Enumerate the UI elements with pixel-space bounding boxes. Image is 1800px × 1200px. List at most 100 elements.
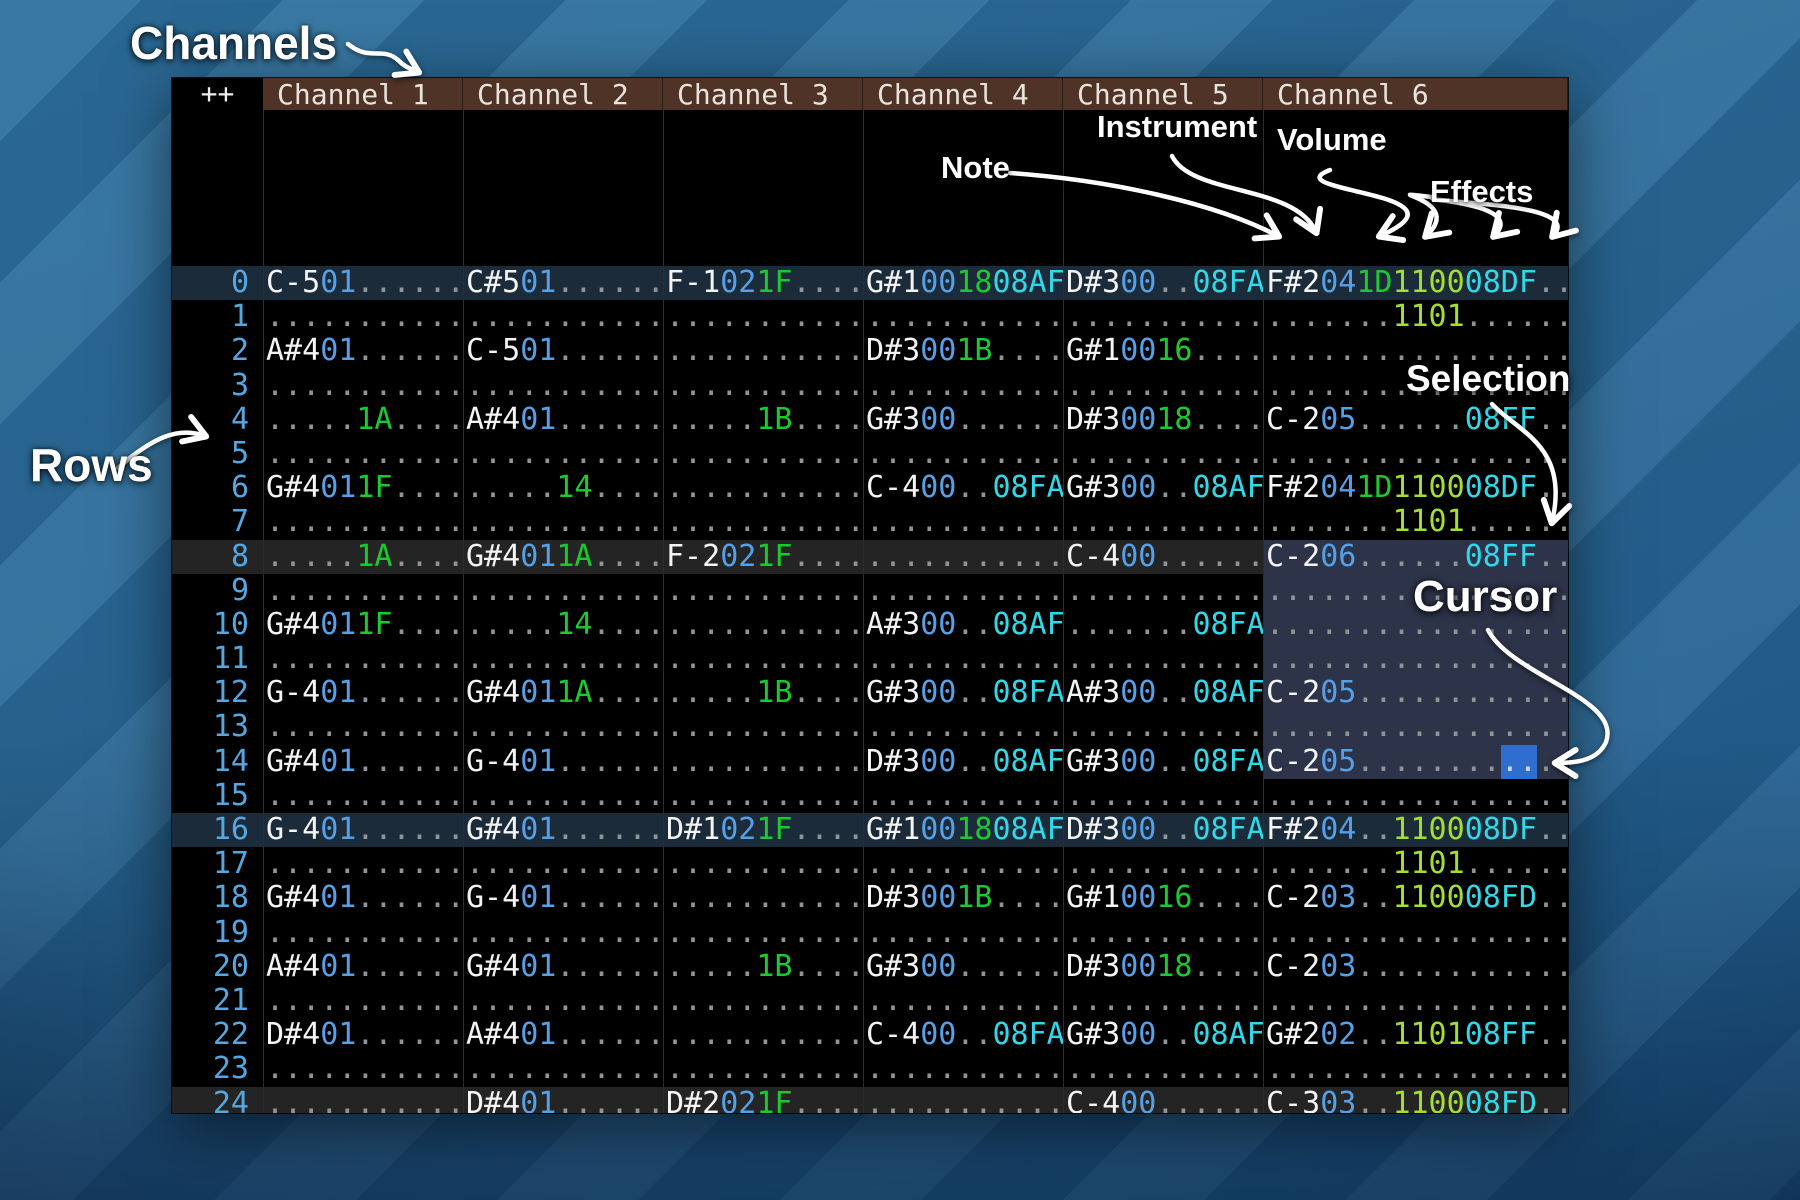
pattern-cell-ch2-row16[interactable]: G#401...... (463, 813, 663, 847)
pattern-cell-ch5-row16[interactable]: D#300..08FA (1063, 813, 1263, 847)
pattern-cell-ch2-row2[interactable]: C-501...... (463, 334, 663, 368)
pattern-cell-ch4-row13[interactable]: ........... (863, 710, 1063, 744)
pattern-cell-ch5-row8[interactable]: C-400...... (1063, 540, 1263, 574)
pattern-cell-ch5-row0[interactable]: D#300..08FA (1063, 266, 1263, 300)
pattern-cell-ch5-row11[interactable]: ........... (1063, 642, 1263, 676)
pattern-cell-ch1-row11[interactable]: ........... (263, 642, 463, 676)
pattern-cell-ch4-row10[interactable]: A#300..08AF (863, 608, 1063, 642)
pattern-cell-ch4-row22[interactable]: C-400..08FA (863, 1018, 1063, 1052)
pattern-cell-ch3-row5[interactable]: ........... (663, 437, 863, 471)
pattern-cell-ch1-row9[interactable]: ........... (263, 574, 463, 608)
pattern-cell-ch1-row15[interactable]: ........... (263, 779, 463, 813)
pattern-cell-ch3-row20[interactable]: .....1B.... (663, 950, 863, 984)
pattern-header-corner[interactable]: ++ (172, 78, 263, 110)
pattern-cell-ch3-row3[interactable]: ........... (663, 369, 863, 403)
pattern-cell-ch1-row21[interactable]: ........... (263, 984, 463, 1018)
channel-header-6[interactable]: Channel 6 (1263, 78, 1568, 110)
pattern-cell-ch3-row14[interactable]: ........... (663, 745, 863, 779)
pattern-cell-ch6-row17[interactable]: .......1101....... (1263, 847, 1568, 881)
pattern-cell-ch1-row0[interactable]: C-501...... (263, 266, 463, 300)
pattern-cell-ch6-row24[interactable]: C-303..110008FD... (1263, 1087, 1568, 1114)
pattern-cell-ch5-row2[interactable]: G#10016.... (1063, 334, 1263, 368)
pattern-cell-ch3-row15[interactable]: ........... (663, 779, 863, 813)
pattern-cell-ch6-row1[interactable]: .......1101....... (1263, 300, 1568, 334)
pattern-cell-ch2-row11[interactable]: ........... (463, 642, 663, 676)
pattern-cell-ch2-row9[interactable]: ........... (463, 574, 663, 608)
pattern-cell-ch4-row12[interactable]: G#300..08FA (863, 676, 1063, 710)
pattern-cell-ch1-row17[interactable]: ........... (263, 847, 463, 881)
pattern-cell-ch2-row7[interactable]: ........... (463, 505, 663, 539)
pattern-cell-ch4-row2[interactable]: D#3001B.... (863, 334, 1063, 368)
pattern-cell-ch4-row7[interactable]: ........... (863, 505, 1063, 539)
pattern-cell-ch2-row5[interactable]: ........... (463, 437, 663, 471)
pattern-cell-ch4-row1[interactable]: ........... (863, 300, 1063, 334)
pattern-cell-ch3-row22[interactable]: ........... (663, 1018, 863, 1052)
pattern-cell-ch1-row18[interactable]: G#401...... (263, 881, 463, 915)
pattern-cell-ch2-row15[interactable]: ........... (463, 779, 663, 813)
pattern-cell-ch1-row5[interactable]: ........... (263, 437, 463, 471)
pattern-cell-ch5-row21[interactable]: ........... (1063, 984, 1263, 1018)
pattern-cell-ch3-row13[interactable]: ........... (663, 710, 863, 744)
pattern-cell-ch6-row6[interactable]: F#2041D110008DF... (1263, 471, 1568, 505)
channel-header-1[interactable]: Channel 1 (263, 78, 463, 110)
pattern-cell-ch5-row10[interactable]: .......08FA (1063, 608, 1263, 642)
pattern-cell-ch3-row12[interactable]: .....1B.... (663, 676, 863, 710)
pattern-cursor[interactable]: .. (1501, 745, 1537, 779)
pattern-cell-ch5-row18[interactable]: G#10016.... (1063, 881, 1263, 915)
pattern-cell-ch2-row4[interactable]: A#401...... (463, 403, 663, 437)
pattern-cell-ch3-row23[interactable]: ........... (663, 1052, 863, 1086)
pattern-cell-ch6-row11[interactable]: .................. (1263, 642, 1568, 676)
pattern-cell-ch2-row1[interactable]: ........... (463, 300, 663, 334)
pattern-cell-ch4-row17[interactable]: ........... (863, 847, 1063, 881)
pattern-cell-ch2-row23[interactable]: ........... (463, 1052, 663, 1086)
pattern-cell-ch6-row20[interactable]: C-203............. (1263, 950, 1568, 984)
pattern-cell-ch2-row13[interactable]: ........... (463, 710, 663, 744)
channel-header-5[interactable]: Channel 5 (1063, 78, 1263, 110)
pattern-cell-ch6-row0[interactable]: F#2041D110008DF... (1263, 266, 1568, 300)
pattern-cell-ch4-row14[interactable]: D#300..08AF (863, 745, 1063, 779)
pattern-cell-ch6-row7[interactable]: .......1101....... (1263, 505, 1568, 539)
pattern-cell-ch3-row7[interactable]: ........... (663, 505, 863, 539)
pattern-cell-ch2-row14[interactable]: G-401...... (463, 745, 663, 779)
pattern-cell-ch2-row22[interactable]: A#401...... (463, 1018, 663, 1052)
pattern-cell-ch5-row3[interactable]: ........... (1063, 369, 1263, 403)
pattern-cell-ch1-row7[interactable]: ........... (263, 505, 463, 539)
pattern-cell-ch6-row5[interactable]: .................. (1263, 437, 1568, 471)
pattern-cell-ch5-row15[interactable]: ........... (1063, 779, 1263, 813)
pattern-cell-ch3-row6[interactable]: ........... (663, 471, 863, 505)
pattern-cell-ch2-row21[interactable]: ........... (463, 984, 663, 1018)
pattern-cell-ch1-row22[interactable]: D#401...... (263, 1018, 463, 1052)
pattern-cell-ch5-row1[interactable]: ........... (1063, 300, 1263, 334)
pattern-cell-ch3-row8[interactable]: F-2021F.... (663, 540, 863, 574)
pattern-cell-ch4-row9[interactable]: ........... (863, 574, 1063, 608)
pattern-cell-ch4-row5[interactable]: ........... (863, 437, 1063, 471)
pattern-cell-ch1-row14[interactable]: G#401...... (263, 745, 463, 779)
pattern-cell-ch4-row8[interactable]: ........... (863, 540, 1063, 574)
pattern-cell-ch6-row19[interactable]: .................. (1263, 916, 1568, 950)
pattern-cell-ch5-row4[interactable]: D#30018.... (1063, 403, 1263, 437)
pattern-cell-ch6-row14[interactable]: C-205............. (1263, 745, 1568, 779)
pattern-cell-ch1-row19[interactable]: ........... (263, 916, 463, 950)
pattern-cell-ch2-row17[interactable]: ........... (463, 847, 663, 881)
pattern-cell-ch3-row21[interactable]: ........... (663, 984, 863, 1018)
pattern-cell-ch4-row15[interactable]: ........... (863, 779, 1063, 813)
pattern-cell-ch5-row6[interactable]: G#300..08AF (1063, 471, 1263, 505)
pattern-cell-ch4-row11[interactable]: ........... (863, 642, 1063, 676)
pattern-cell-ch3-row0[interactable]: F-1021F.... (663, 266, 863, 300)
pattern-cell-ch2-row6[interactable]: .....14.... (463, 471, 663, 505)
pattern-cell-ch5-row24[interactable]: C-400...... (1063, 1087, 1263, 1114)
pattern-cell-ch5-row19[interactable]: ........... (1063, 916, 1263, 950)
pattern-cell-ch4-row4[interactable]: G#300...... (863, 403, 1063, 437)
pattern-cell-ch1-row1[interactable]: ........... (263, 300, 463, 334)
pattern-cell-ch2-row20[interactable]: G#401...... (463, 950, 663, 984)
pattern-cell-ch4-row24[interactable]: ........... (863, 1087, 1063, 1114)
pattern-cell-ch5-row17[interactable]: ........... (1063, 847, 1263, 881)
pattern-cell-ch3-row11[interactable]: ........... (663, 642, 863, 676)
pattern-cell-ch1-row24[interactable]: ........... (263, 1087, 463, 1114)
pattern-cell-ch1-row16[interactable]: G-401...... (263, 813, 463, 847)
pattern-cell-ch1-row13[interactable]: ........... (263, 710, 463, 744)
pattern-cell-ch5-row12[interactable]: A#300..08AF (1063, 676, 1263, 710)
pattern-cell-ch3-row1[interactable]: ........... (663, 300, 863, 334)
pattern-cell-ch5-row5[interactable]: ........... (1063, 437, 1263, 471)
pattern-cell-ch4-row23[interactable]: ........... (863, 1052, 1063, 1086)
